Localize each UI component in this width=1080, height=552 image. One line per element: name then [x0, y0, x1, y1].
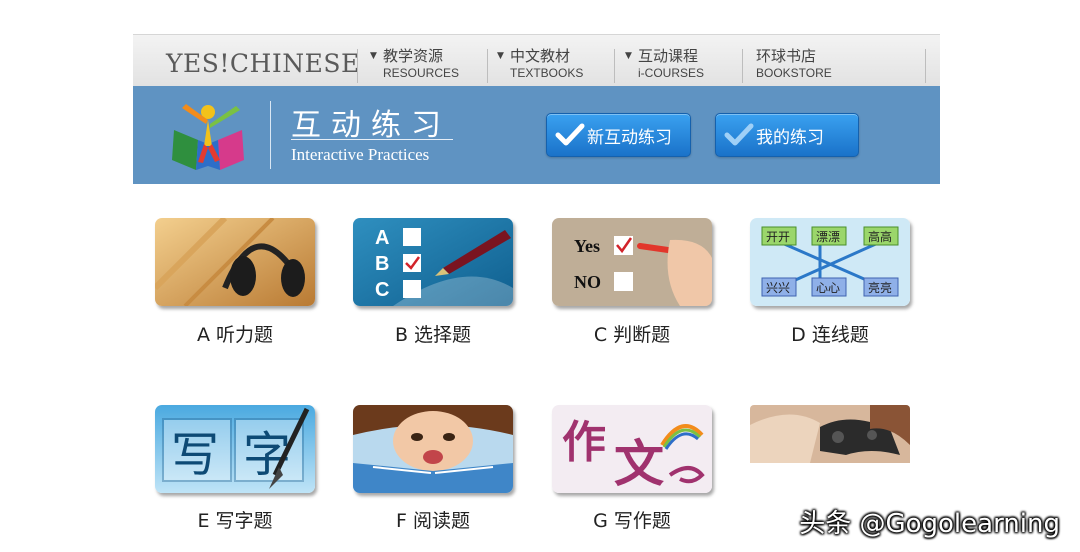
tile-label[interactable]: B 选择题: [353, 320, 513, 347]
headphones-icon: [155, 218, 315, 306]
matching-thumbnail[interactable]: 开开 漂漂 高高 兴兴 心心 亮亮: [750, 218, 910, 306]
tile-true-false[interactable]: Yes NO C 判断题: [552, 218, 712, 346]
nav-separator: [742, 49, 743, 83]
my-practice-label: 我的练习: [756, 127, 824, 148]
practice-banner: 互动练习 Interactive Practices 新互动练习 我的练习: [133, 86, 940, 184]
banner-subtitle: Interactive Practices: [291, 145, 430, 164]
char-text: 写: [171, 427, 219, 483]
multiple-choice-icon: A B C: [353, 218, 513, 306]
tile-label[interactable]: G 写作题: [552, 506, 712, 533]
tile-matching[interactable]: 开开 漂漂 高高 兴兴 心心 亮亮 D 连线题: [750, 218, 910, 346]
nav-item-resources[interactable]: ▼ 教学资源 RESOURCES: [370, 47, 460, 85]
nav-item-label: 教学资源: [383, 47, 444, 65]
game-controller-icon: [750, 405, 910, 463]
nav-item-label: 互动课程: [638, 47, 699, 65]
brand-logo-text[interactable]: YES!CHINESE: [166, 49, 360, 78]
composition-thumbnail[interactable]: 作 文: [552, 405, 712, 493]
tile-multiple-choice[interactable]: A B C B 选择题: [353, 218, 513, 346]
match-word: 亮亮: [868, 280, 892, 295]
checkmark-icon: [555, 123, 585, 146]
tile-composition[interactable]: 作 文 G 写作题: [552, 405, 712, 532]
new-practice-button[interactable]: 新互动练习: [546, 113, 691, 157]
caret-down-icon: ▼: [370, 51, 377, 61]
option-b-text: B: [375, 253, 389, 275]
nav-item-icourses[interactable]: ▼ 互动课程 i-COURSES: [625, 47, 705, 85]
my-practice-button[interactable]: 我的练习: [715, 113, 859, 157]
match-word: 兴兴: [766, 281, 790, 295]
nav-separator: [487, 49, 488, 83]
option-c-text: C: [375, 279, 389, 301]
watermark-text: 头条 @Gogolearning: [799, 509, 1060, 539]
char-text: 作: [562, 417, 606, 468]
tile-label[interactable]: E 写字题: [155, 506, 315, 533]
true-false-icon: Yes NO: [552, 218, 712, 306]
nav-separator: [357, 49, 358, 83]
tile-writing[interactable]: 写 字 E 写字题: [155, 405, 315, 532]
tile-listening[interactable]: A 听力题: [155, 218, 315, 346]
nav-item-sublabel: TEXTBOOKS: [510, 66, 584, 80]
composition-icon: 作 文: [552, 405, 712, 493]
no-text: NO: [574, 272, 601, 292]
nav-item-bookstore[interactable]: 环球书店 BOOKSTORE: [756, 47, 832, 85]
match-word: 开开: [766, 230, 790, 244]
caret-down-icon: ▼: [625, 51, 632, 61]
kids-book-logo-icon: [172, 104, 244, 170]
caret-down-icon: ▼: [497, 51, 504, 61]
banner-divider: [270, 101, 271, 169]
nav-item-sublabel: RESOURCES: [383, 66, 460, 80]
nav-separator: [614, 49, 615, 83]
match-word: 心心: [816, 281, 840, 295]
new-practice-label: 新互动练习: [587, 127, 672, 148]
tile-game[interactable]: [750, 405, 910, 463]
tile-label[interactable]: A 听力题: [155, 320, 315, 347]
true-false-thumbnail[interactable]: Yes NO: [552, 218, 712, 306]
nav-item-sublabel: i-COURSES: [638, 66, 705, 80]
nav-item-textbooks[interactable]: ▼ 中文教材 TEXTBOOKS: [497, 47, 584, 85]
tile-label[interactable]: F 阅读题: [353, 506, 513, 533]
tile-label[interactable]: C 判断题: [552, 320, 712, 347]
writing-icon: 写 字: [155, 405, 315, 493]
reading-icon: [353, 405, 513, 493]
nav-item-label: 环球书店: [756, 47, 817, 65]
match-word: 高高: [868, 229, 892, 244]
listening-thumbnail[interactable]: [155, 218, 315, 306]
tile-reading[interactable]: F 阅读题: [353, 405, 513, 532]
reading-thumbnail[interactable]: [353, 405, 513, 493]
option-a-text: A: [375, 227, 389, 249]
nav-separator: [925, 49, 926, 83]
checkmark-icon: [724, 123, 754, 146]
writing-thumbnail[interactable]: 写 字: [155, 405, 315, 493]
multiple-choice-thumbnail[interactable]: A B C: [353, 218, 513, 306]
matching-icon: 开开 漂漂 高高 兴兴 心心 亮亮: [750, 218, 910, 306]
nav-item-label: 中文教材: [510, 47, 571, 65]
title-underline: [291, 139, 453, 140]
top-nav-bar: YES!CHINESE ▼ 教学资源 RESOURCES ▼ 中文教材 TEXT…: [133, 34, 940, 86]
game-thumbnail[interactable]: [750, 405, 910, 463]
tile-label[interactable]: D 连线题: [750, 320, 910, 347]
char-text: 文: [614, 434, 664, 493]
banner-title: 互动练习: [291, 108, 451, 143]
yes-text: Yes: [574, 236, 600, 256]
match-word: 漂漂: [816, 230, 840, 244]
nav-item-sublabel: BOOKSTORE: [756, 66, 832, 80]
